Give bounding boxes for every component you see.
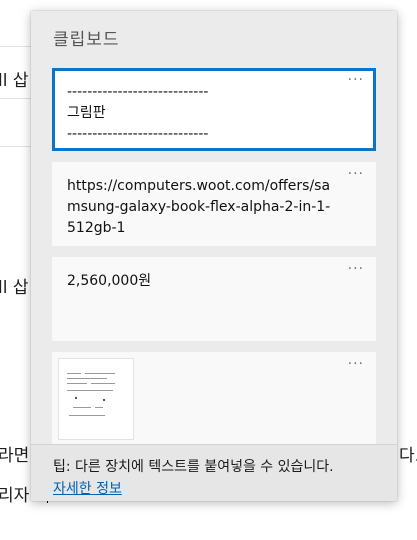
divider xyxy=(0,46,31,47)
document-text-fragment: ll 삽 xyxy=(0,278,29,298)
tip-text: 팁: 다른 장치에 텍스트를 붙여넣을 수 있습니다. xyxy=(53,459,334,475)
divider xyxy=(0,98,31,99)
document-text-fragment: ll 삽 xyxy=(0,71,29,91)
more-options-icon[interactable]: ··· xyxy=(348,261,364,277)
document-text-fragment: 라면 xyxy=(0,446,30,466)
more-options-icon[interactable]: ··· xyxy=(348,356,364,372)
clipboard-item-text: https://computers.woot.com/offers/samsun… xyxy=(67,178,331,236)
panel-footer: 팁: 다른 장치에 텍스트를 붙여넣을 수 있습니다. 자세한 정보 xyxy=(31,444,397,501)
divider xyxy=(0,146,31,147)
clipboard-item[interactable]: https://computers.woot.com/offers/samsun… xyxy=(52,162,376,246)
clipboard-item[interactable]: ··· xyxy=(52,352,376,444)
document-text-fragment: 리자 xyxy=(0,486,30,506)
more-info-link[interactable]: 자세한 정보 xyxy=(53,478,122,498)
image-thumbnail xyxy=(58,358,134,440)
clipboard-item[interactable]: ---------------------------- 그림판 -------… xyxy=(52,68,376,151)
clipboard-item-text: ---------------------------- 그림판 -------… xyxy=(67,84,209,142)
clipboard-history-panel: 클립보드 ---------------------------- 그림판 --… xyxy=(31,11,397,501)
more-options-icon[interactable]: ··· xyxy=(348,72,364,88)
more-options-icon[interactable]: ··· xyxy=(348,166,364,182)
panel-title: 클립보드 xyxy=(53,30,120,50)
clipboard-item[interactable]: 2,560,000원 ··· xyxy=(52,257,376,341)
clipboard-item-text: 2,560,000원 xyxy=(67,273,152,289)
document-text-fragment: 다. xyxy=(399,446,417,466)
